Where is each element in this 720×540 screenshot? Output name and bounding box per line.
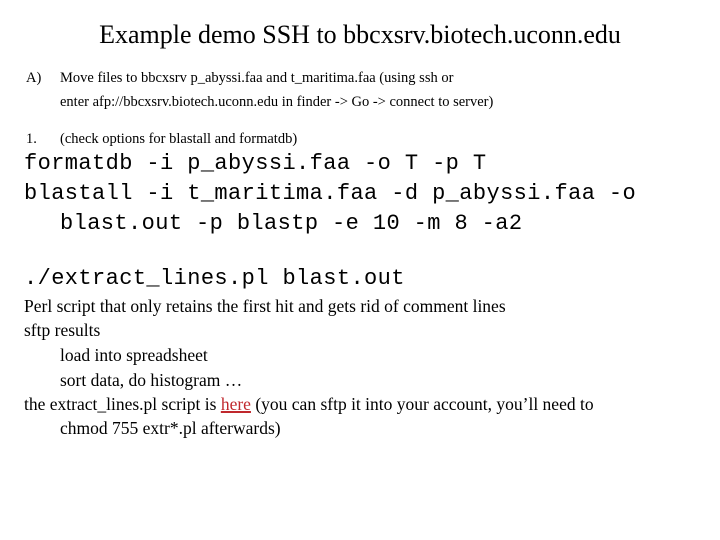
script-note-prefix: the extract_lines.pl script is <box>24 394 221 414</box>
script-download-link[interactable]: here <box>221 394 251 414</box>
perl-note: Perl script that only retains the first … <box>24 296 506 316</box>
load-note: load into spreadsheet <box>60 345 208 365</box>
blastall-command-line-2: blast.out -p blastp -e 10 -m 8 -a2 <box>60 211 523 236</box>
step-a-line-1: Move files to bbcxsrv p_abyssi.faa and t… <box>60 70 454 86</box>
sort-note: sort data, do histogram … <box>60 370 243 390</box>
step-a-line-2: enter afp://bbcxsrv.biotech.uconn.edu in… <box>60 94 494 110</box>
formatdb-command: formatdb -i p_abyssi.faa -o T -p T <box>24 151 487 176</box>
script-note: the extract_lines.pl script is here (you… <box>24 394 594 415</box>
blastall-command-line-1: blastall -i t_maritima.faa -d p_abyssi.f… <box>24 181 637 206</box>
step-1-marker: 1. <box>26 131 37 147</box>
step-a-marker: A) <box>26 70 42 86</box>
slide-title: Example demo SSH to bbcxsrv.biotech.ucon… <box>99 20 621 49</box>
extract-command: ./extract_lines.pl blast.out <box>24 266 405 291</box>
script-note-suffix: (you can sftp it into your account, you’… <box>250 394 594 414</box>
chmod-note: chmod 755 extr*.pl afterwards) <box>60 418 281 438</box>
step-1-text: (check options for blastall and formatdb… <box>60 131 298 147</box>
sftp-note: sftp results <box>24 320 101 340</box>
